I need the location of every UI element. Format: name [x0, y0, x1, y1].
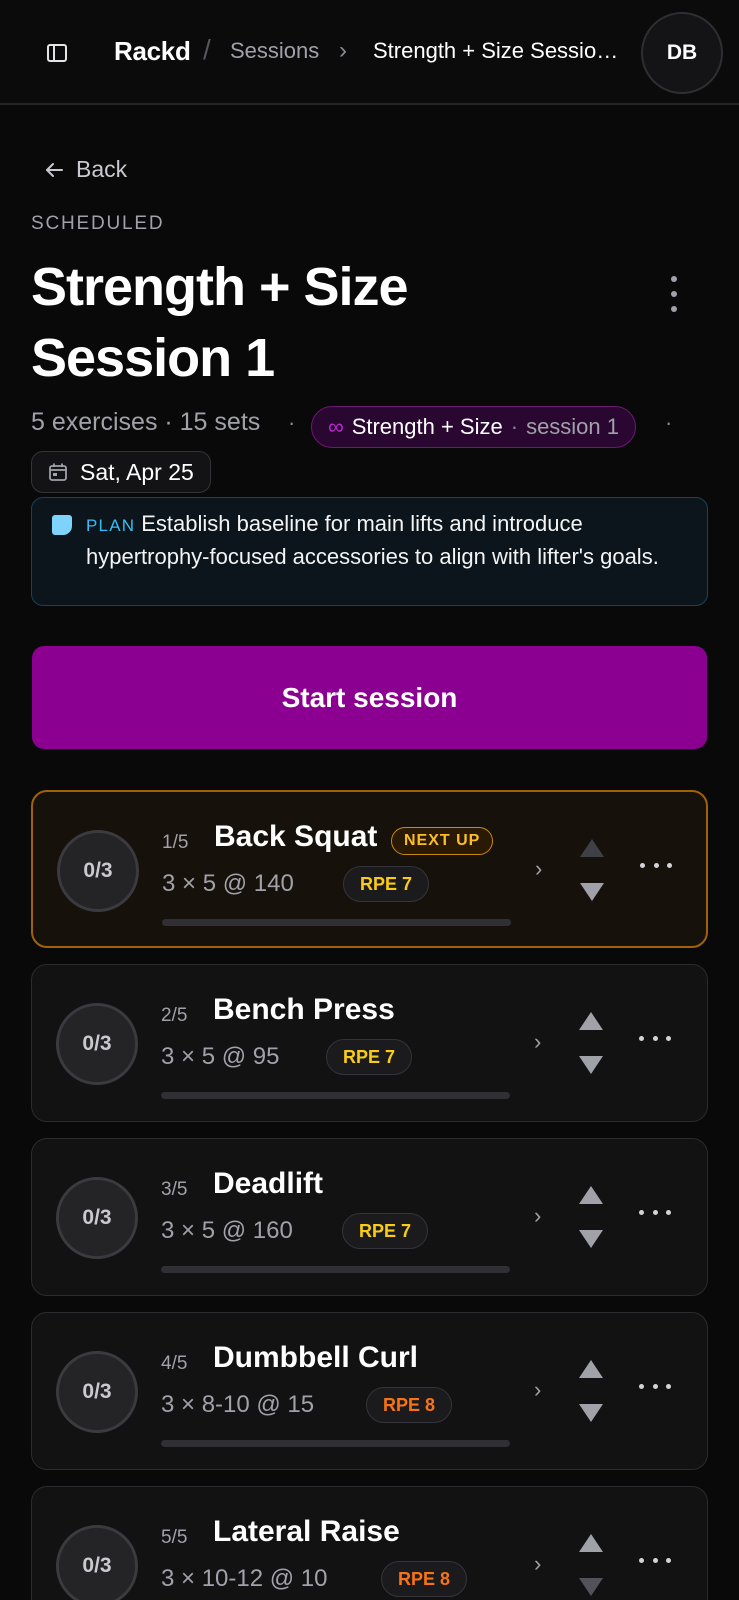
exercise-index: 5/5	[161, 1527, 188, 1548]
page-title: Strength + Size Session 1	[31, 257, 409, 388]
plan-description: Establish baseline for main lifts and in…	[86, 511, 659, 569]
more-options-icon[interactable]	[639, 1033, 671, 1043]
session-status: SCHEDULED	[31, 213, 165, 234]
program-name: Strength + Size	[351, 414, 503, 439]
move-up-icon[interactable]	[579, 838, 605, 858]
exercise-progress-bar	[162, 919, 511, 926]
exercise-index: 2/5	[161, 1005, 188, 1026]
session-options-icon[interactable]	[662, 276, 686, 312]
rpe-badge: RPE 7	[342, 1213, 429, 1249]
exercise-name: Dumbbell Curl	[213, 1341, 419, 1374]
set-counter[interactable]: 0/3	[56, 1525, 138, 1600]
back-label: Back	[76, 156, 128, 182]
plan-note: PLAN Establish baseline for main lifts an…	[31, 497, 708, 606]
start-session-button[interactable]: Start session	[32, 646, 707, 749]
exercise-card[interactable]: 0/3 3/5 Deadlift 3 × 5 @ 160 RPE 7 ›	[31, 1138, 708, 1296]
breadcrumb-current: Strength + Size Session 1	[373, 38, 619, 63]
set-counter[interactable]: 0/3	[56, 1177, 138, 1259]
more-options-icon[interactable]	[639, 1381, 671, 1391]
arrow-left-icon	[46, 162, 63, 177]
breadcrumb-sessions-link[interactable]: Sessions	[230, 38, 319, 64]
move-up-icon[interactable]	[578, 1011, 604, 1031]
exercise-card[interactable]: 0/3 5/5 Lateral Raise 3 × 10-12 @ 10 RPE 8 ›	[31, 1486, 708, 1600]
move-up-icon[interactable]	[578, 1533, 604, 1553]
chevron-right-icon[interactable]: ›	[535, 856, 542, 882]
exercise-progress-bar	[161, 1440, 510, 1447]
sidebar-toggle-icon[interactable]	[44, 40, 70, 66]
exercise-prescription: 3 × 5 @ 160	[161, 1217, 293, 1244]
set-counter[interactable]: 0/3	[57, 830, 139, 912]
move-down-icon[interactable]	[578, 1403, 604, 1423]
exercise-index: 1/5	[162, 832, 189, 853]
exercise-progress-bar	[161, 1092, 510, 1099]
exercise-prescription: 3 × 5 @ 140	[162, 870, 294, 897]
session-date: Sat, Apr 25	[80, 458, 194, 485]
rpe-badge: RPE 8	[366, 1387, 453, 1423]
exercise-card[interactable]: 0/3 1/5 Back Squat NEXT UP 3 × 5 @ 140 RPE 7 ›	[31, 790, 708, 948]
more-options-icon[interactable]	[640, 860, 672, 870]
set-counter[interactable]: 0/3	[56, 1351, 138, 1433]
exercise-prescription: 3 × 10-12 @ 10	[161, 1565, 328, 1592]
plan-text: PLAN Establish baseline for main lifts an…	[86, 508, 686, 572]
next-up-badge: NEXT UP	[391, 827, 494, 855]
chevron-right-icon[interactable]: ›	[534, 1203, 541, 1229]
top-bar: Rackd / Sessions › Strength + Size Sessi…	[0, 0, 739, 105]
breadcrumb-chevron: ›	[339, 37, 347, 64]
more-options-icon[interactable]	[639, 1555, 671, 1565]
note-icon	[52, 515, 72, 535]
move-up-icon[interactable]	[578, 1185, 604, 1205]
move-up-icon[interactable]	[578, 1359, 604, 1379]
set-counter[interactable]: 0/3	[56, 1003, 138, 1085]
back-link[interactable]: Back	[44, 156, 127, 183]
chevron-right-icon[interactable]: ›	[534, 1551, 541, 1577]
user-avatar[interactable]: DB	[641, 12, 723, 94]
breadcrumb-separator: /	[203, 34, 211, 65]
exercise-index: 3/5	[161, 1179, 188, 1200]
meta-separator: ·	[288, 410, 296, 435]
exercise-name: Lateral Raise	[213, 1515, 400, 1548]
program-separator: ·	[510, 414, 519, 439]
exercise-prescription: 3 × 8-10 @ 15	[161, 1391, 315, 1418]
plan-tag: PLAN	[86, 516, 136, 535]
move-down-icon[interactable]	[579, 882, 605, 902]
exercise-name: Bench Press	[213, 993, 395, 1026]
exercise-card[interactable]: 0/3 2/5 Bench Press 3 × 5 @ 95 RPE 7 ›	[31, 964, 708, 1122]
exercise-name: Back Squat	[214, 820, 378, 853]
program-session: session 1	[526, 414, 620, 439]
exercise-name: Deadlift	[213, 1167, 324, 1200]
meta-separator: ·	[665, 410, 673, 435]
exercise-card[interactable]: 0/3 4/5 Dumbbell Curl 3 × 8-10 @ 15 RPE 8 ›	[31, 1312, 708, 1470]
exercise-index: 4/5	[161, 1353, 188, 1374]
rpe-badge: RPE 8	[381, 1561, 468, 1597]
rpe-badge: RPE 7	[326, 1039, 413, 1075]
chevron-right-icon[interactable]: ›	[534, 1377, 541, 1403]
move-down-icon[interactable]	[578, 1229, 604, 1249]
session-summary: 5 exercises · 15 sets	[31, 408, 261, 436]
date-chip[interactable]: Sat, Apr 25	[31, 451, 211, 493]
rpe-badge: RPE 7	[343, 866, 430, 902]
move-down-icon[interactable]	[578, 1577, 604, 1597]
brand-logo[interactable]: Rackd	[114, 36, 191, 67]
move-down-icon[interactable]	[578, 1055, 604, 1075]
exercise-progress-bar	[161, 1266, 510, 1273]
more-options-icon[interactable]	[639, 1207, 671, 1217]
infinity-icon: ∞	[328, 414, 344, 439]
exercise-prescription: 3 × 5 @ 95	[161, 1043, 280, 1070]
program-chip[interactable]: ∞ Strength + Size · session 1	[311, 406, 637, 448]
calendar-icon	[49, 463, 67, 481]
chevron-right-icon[interactable]: ›	[534, 1029, 541, 1055]
